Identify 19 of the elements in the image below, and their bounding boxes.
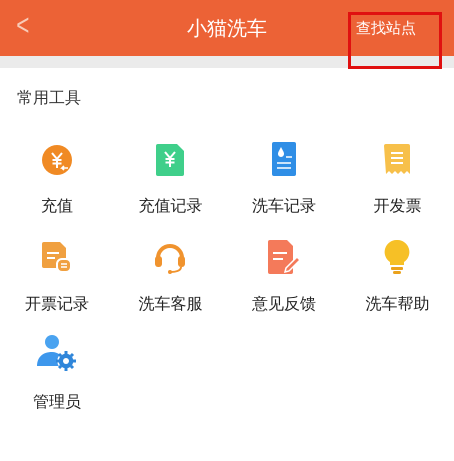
tool-label[interactable]: 洗车帮助 bbox=[365, 292, 430, 316]
tool-label[interactable]: 意见反馈 bbox=[252, 292, 316, 316]
water-document-icon bbox=[272, 142, 296, 176]
yen-coin-icon bbox=[40, 144, 73, 176]
lightbulb-icon bbox=[384, 240, 410, 274]
tool-label[interactable]: 开票记录 bbox=[24, 292, 89, 316]
tool-label[interactable]: 充值 bbox=[40, 194, 73, 218]
tool-label[interactable]: 充值记录 bbox=[138, 194, 202, 218]
document-pencil-icon bbox=[268, 240, 300, 274]
tool-label[interactable]: 洗车客服 bbox=[138, 292, 202, 316]
section-title: 常用工具 bbox=[17, 88, 82, 108]
document-tray-icon bbox=[42, 242, 72, 274]
yen-document-icon bbox=[156, 144, 184, 176]
user-gear-icon bbox=[36, 334, 77, 372]
receipt-icon bbox=[384, 144, 410, 176]
tool-label[interactable]: 开发票 bbox=[373, 194, 422, 218]
page-title: 小猫洗车 bbox=[187, 15, 267, 42]
tool-label[interactable]: 管理员 bbox=[32, 390, 81, 414]
tool-label[interactable]: 洗车记录 bbox=[252, 194, 316, 218]
